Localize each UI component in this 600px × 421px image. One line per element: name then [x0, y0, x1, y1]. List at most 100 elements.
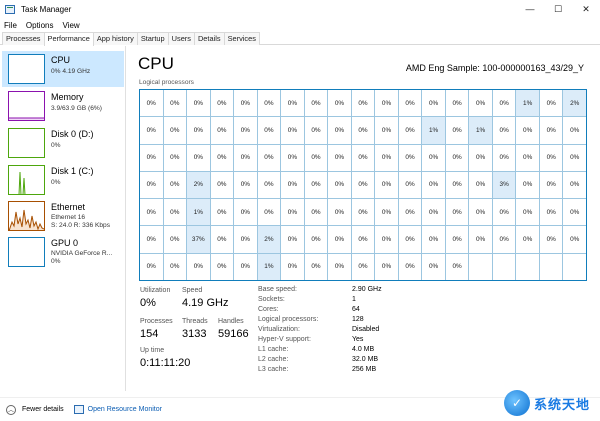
processor-cell: 0%: [257, 199, 281, 226]
processor-cell: 0%: [375, 90, 398, 117]
sidebar-label-gpu-0: GPU 0: [51, 238, 79, 248]
processor-cell: 0%: [210, 144, 234, 171]
processor-cell: 0%: [234, 171, 257, 199]
processor-cell: 0%: [304, 117, 328, 144]
tab-users[interactable]: Users: [167, 32, 195, 45]
tab-startup[interactable]: Startup: [136, 32, 169, 45]
processor-cell: 0%: [163, 226, 187, 253]
site-watermark: ✓ 系统天地: [504, 388, 596, 418]
chevron-up-icon[interactable]: ︿: [6, 404, 16, 415]
processor-cell: 0%: [163, 90, 187, 117]
processor-cell: 0%: [187, 117, 210, 144]
processor-cell: 0%: [304, 90, 328, 117]
processor-cell: 0%: [422, 144, 445, 171]
processor-cell: 1%: [187, 199, 210, 226]
processor-cell: 0%: [140, 253, 163, 280]
menu-view[interactable]: View: [62, 21, 79, 30]
logical-processor-grid: 0% 0% 0% 0% 0% 0% 0% 0% 0% 0% 0% 0% 0% 0% 0% 0% 1% 0% 2% 0%…: [139, 89, 587, 281]
minimize-button[interactable]: —: [516, 0, 544, 18]
processor-cell: 0%: [328, 171, 351, 199]
processor-cell: 0%: [257, 171, 281, 199]
menu-options[interactable]: Options: [26, 21, 54, 30]
processor-cell: 0%: [492, 90, 516, 117]
processor-cell: 0%: [328, 117, 351, 144]
processor-cell: 3%: [492, 171, 516, 199]
sidebar-label-ethernet: Ethernet: [51, 202, 86, 212]
processor-cell: 0%: [398, 90, 422, 117]
cores-value: 64: [352, 306, 360, 313]
tab-bar: Processes Performance App history Startu…: [0, 32, 600, 46]
utilization-label: Utilization: [140, 287, 171, 294]
processor-cell: [539, 253, 563, 280]
fewer-details-button[interactable]: Fewer details: [22, 406, 64, 413]
tab-app-history[interactable]: App history: [92, 32, 138, 45]
processor-cell: 0%: [516, 226, 539, 253]
maximize-button[interactable]: ☐: [544, 0, 572, 18]
sidebar-sub-memory: 3.9/63.9 GB (6%): [51, 105, 102, 112]
processor-cell: 0%: [351, 90, 375, 117]
processor-cell: 0%: [304, 144, 328, 171]
processor-cell: 0%: [539, 144, 563, 171]
tab-details[interactable]: Details: [193, 32, 225, 45]
processor-cell: 0%: [234, 253, 257, 280]
processor-cell: 0%: [163, 171, 187, 199]
processor-cell: 0%: [163, 117, 187, 144]
processor-cell: 0%: [422, 253, 445, 280]
l1-cache-label: L1 cache:: [258, 346, 289, 353]
tab-performance[interactable]: Performance: [43, 32, 94, 46]
window-title: Task Manager: [21, 4, 72, 14]
sidebar-item-ethernet[interactable]: Ethernet Ethernet 16 S: 24.0 R: 336 Kbps: [2, 198, 124, 234]
open-resource-monitor-link[interactable]: Open Resource Monitor: [88, 406, 162, 413]
processor-cell: 1%: [469, 117, 492, 144]
menu-file[interactable]: File: [4, 21, 17, 30]
processor-cell: 0%: [281, 226, 304, 253]
sidebar-item-disk-1[interactable]: Disk 1 (C:) 0%: [2, 162, 124, 198]
sidebar-label-disk-0: Disk 0 (D:): [51, 129, 94, 139]
processor-cell: 0%: [234, 226, 257, 253]
sidebar-item-disk-0[interactable]: Disk 0 (D:) 0%: [2, 125, 124, 161]
processor-cell: 0%: [375, 171, 398, 199]
sidebar-item-memory[interactable]: Memory 3.9/63.9 GB (6%): [2, 88, 124, 124]
processor-cell: 0%: [539, 117, 563, 144]
processor-cell: 0%: [375, 253, 398, 280]
title-bar: Task Manager — ☐ ✕: [0, 0, 600, 18]
watermark-logo-icon: ✓: [504, 390, 530, 416]
processor-cell: 0%: [445, 226, 469, 253]
processor-cell: 0%: [328, 199, 351, 226]
processor-cell: 0%: [422, 199, 445, 226]
processor-cell: 0%: [398, 253, 422, 280]
tab-processes[interactable]: Processes: [2, 32, 45, 45]
sidebar-label-disk-1: Disk 1 (C:): [51, 166, 94, 176]
resource-sidebar: CPU 0% 4.19 GHz Memory 3.9/63.9 GB (6%) …: [0, 46, 126, 391]
processor-cell: 1%: [257, 253, 281, 280]
processor-cell: 0%: [375, 226, 398, 253]
processes-value: 154: [140, 328, 159, 340]
processor-cell: 0%: [187, 144, 210, 171]
processor-cell: 0%: [210, 117, 234, 144]
processor-cell: [563, 253, 586, 280]
close-button[interactable]: ✕: [572, 0, 600, 18]
hyper-v-value: Yes: [352, 336, 364, 343]
sidebar-sub-ethernet-adapter: Ethernet 16: [51, 214, 86, 221]
processor-cell: 0%: [281, 171, 304, 199]
processor-cell: 0%: [304, 226, 328, 253]
processor-cell: 0%: [539, 90, 563, 117]
processor-cell: 0%: [140, 226, 163, 253]
processor-cell: 0%: [563, 226, 586, 253]
gpu-thumbnail-graph: [8, 237, 45, 267]
handles-label: Handles: [218, 318, 244, 325]
tab-services[interactable]: Services: [223, 32, 260, 45]
sidebar-item-cpu[interactable]: CPU 0% 4.19 GHz: [2, 51, 124, 87]
sidebar-sub-cpu: 0% 4.19 GHz: [51, 68, 91, 75]
speed-value: 4.19 GHz: [182, 297, 229, 309]
processor-cell: 0%: [140, 117, 163, 144]
processor-cell: 0%: [140, 199, 163, 226]
processor-cell: 0%: [492, 199, 516, 226]
processes-label: Processes: [140, 318, 173, 325]
processor-cell: 0%: [445, 253, 469, 280]
sidebar-item-gpu-0[interactable]: GPU 0 NVIDIA GeForce R... 0%: [2, 234, 124, 270]
processor-cell: 0%: [375, 199, 398, 226]
speed-label: Speed: [182, 287, 203, 294]
l3-cache-label: L3 cache:: [258, 366, 289, 373]
processor-cell: 0%: [163, 253, 187, 280]
